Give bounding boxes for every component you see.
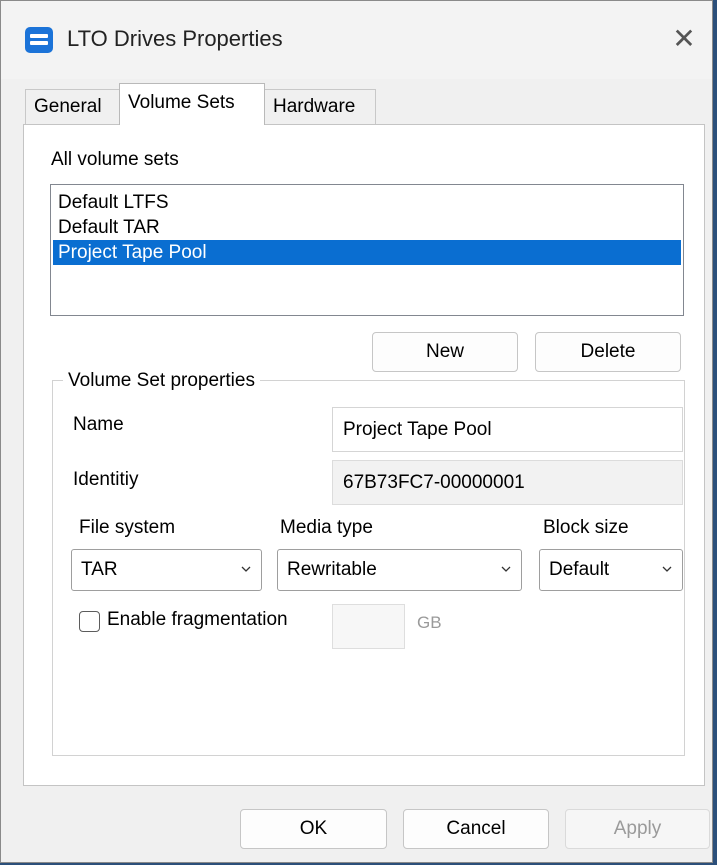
tab-hardware[interactable]: Hardware bbox=[264, 89, 376, 124]
volume-set-properties-legend: Volume Set properties bbox=[63, 370, 260, 392]
enable-fragmentation-checkbox[interactable] bbox=[79, 611, 100, 632]
list-item[interactable]: Default TAR bbox=[53, 215, 681, 240]
all-volume-sets-label: All volume sets bbox=[51, 149, 179, 170]
identity-field: 67B73FC7-00000001 bbox=[332, 460, 683, 505]
chevron-down-icon bbox=[662, 566, 672, 572]
name-field[interactable]: Project Tape Pool bbox=[332, 407, 683, 452]
volume-sets-listbox[interactable]: Default LTFS Default TAR Project Tape Po… bbox=[50, 184, 684, 316]
file-system-select[interactable]: TAR bbox=[71, 549, 262, 591]
block-size-value: Default bbox=[549, 559, 610, 580]
title-bar: LTO Drives Properties ✕ bbox=[1, 1, 712, 79]
apply-button: Apply bbox=[565, 809, 710, 849]
list-item[interactable]: Default LTFS bbox=[53, 190, 681, 215]
fragmentation-unit-label: GB bbox=[417, 613, 442, 632]
cancel-button[interactable]: Cancel bbox=[403, 809, 549, 849]
new-button[interactable]: New bbox=[372, 332, 518, 372]
media-type-label: Media type bbox=[280, 517, 373, 538]
identity-label: Identitiy bbox=[73, 469, 139, 490]
app-icon bbox=[25, 27, 53, 53]
file-system-label: File system bbox=[79, 517, 176, 538]
media-type-value: Rewritable bbox=[287, 559, 377, 580]
chevron-down-icon bbox=[241, 566, 251, 572]
block-size-select[interactable]: Default bbox=[539, 549, 683, 591]
properties-dialog: LTO Drives Properties ✕ General Volume S… bbox=[0, 0, 713, 863]
name-label: Name bbox=[73, 414, 124, 435]
delete-button[interactable]: Delete bbox=[535, 332, 681, 372]
chevron-down-icon bbox=[501, 566, 511, 572]
block-size-label: Block size bbox=[543, 517, 629, 538]
close-icon[interactable]: ✕ bbox=[664, 19, 704, 59]
fragmentation-size-input bbox=[332, 604, 405, 649]
enable-fragmentation-label[interactable]: Enable fragmentation bbox=[107, 609, 288, 631]
file-system-value: TAR bbox=[81, 559, 118, 580]
window-title: LTO Drives Properties bbox=[67, 26, 283, 51]
ok-button[interactable]: OK bbox=[240, 809, 387, 849]
media-type-select[interactable]: Rewritable bbox=[277, 549, 522, 591]
tab-general[interactable]: General bbox=[25, 89, 120, 124]
list-item-selected[interactable]: Project Tape Pool bbox=[53, 240, 681, 265]
tab-volume-sets[interactable]: Volume Sets bbox=[119, 83, 265, 125]
